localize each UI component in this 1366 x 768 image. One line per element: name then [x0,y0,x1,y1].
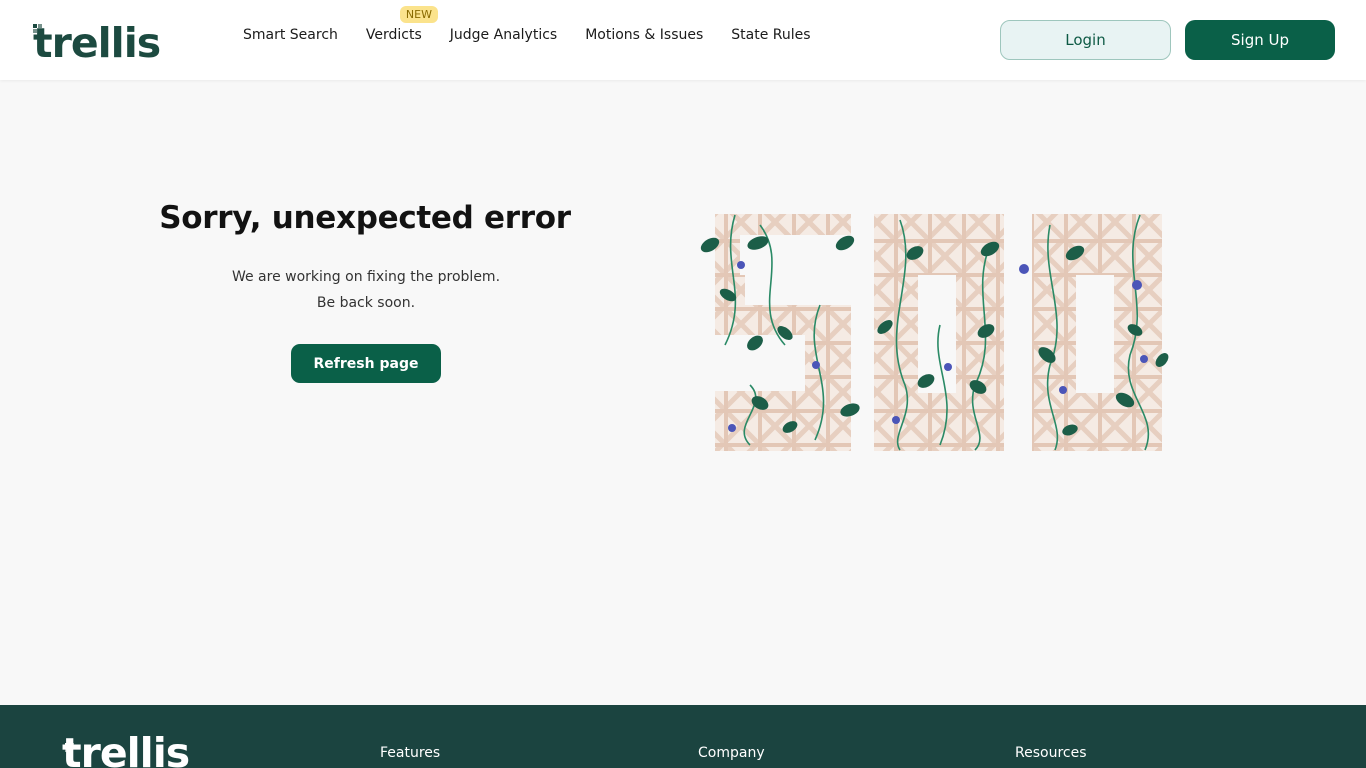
top-header: trellis Smart Search Verdicts NEW Judge … [0,0,1366,80]
error-500-trellis-illustration [700,214,1169,451]
login-button[interactable]: Login [1000,20,1171,60]
site-footer: trellis Features Company Resources [0,705,1366,768]
logo-text: trellis [33,19,161,67]
nav-verdicts[interactable]: Verdicts NEW [365,6,438,43]
digit-0-trellis-b [1032,214,1162,451]
main-nav: Smart Search Verdicts NEW Judge Analytic… [243,6,839,43]
nav-smart-search[interactable]: Smart Search [243,27,338,43]
nav-verdicts-label: Verdicts [365,27,422,43]
error-description: We are working on fixing the problem. Be… [231,269,501,311]
footer-logo-text[interactable]: trellis [62,733,190,768]
logo-mark-icon [33,24,42,33]
footer-col-company: Company [698,745,765,761]
signup-button[interactable]: Sign Up [1185,20,1335,60]
nav-judge-analytics[interactable]: Judge Analytics [450,27,557,43]
nav-state-rules[interactable]: State Rules [731,27,810,43]
trellis-logo[interactable]: trellis [33,14,161,67]
error-title: Sorry, unexpected error [159,200,571,236]
footer-col-resources: Resources [1015,745,1087,761]
footer-col-features: Features [380,745,441,761]
new-badge: NEW [399,6,438,23]
refresh-page-button[interactable]: Refresh page [291,344,441,383]
nav-motions-issues[interactable]: Motions & Issues [585,27,703,43]
